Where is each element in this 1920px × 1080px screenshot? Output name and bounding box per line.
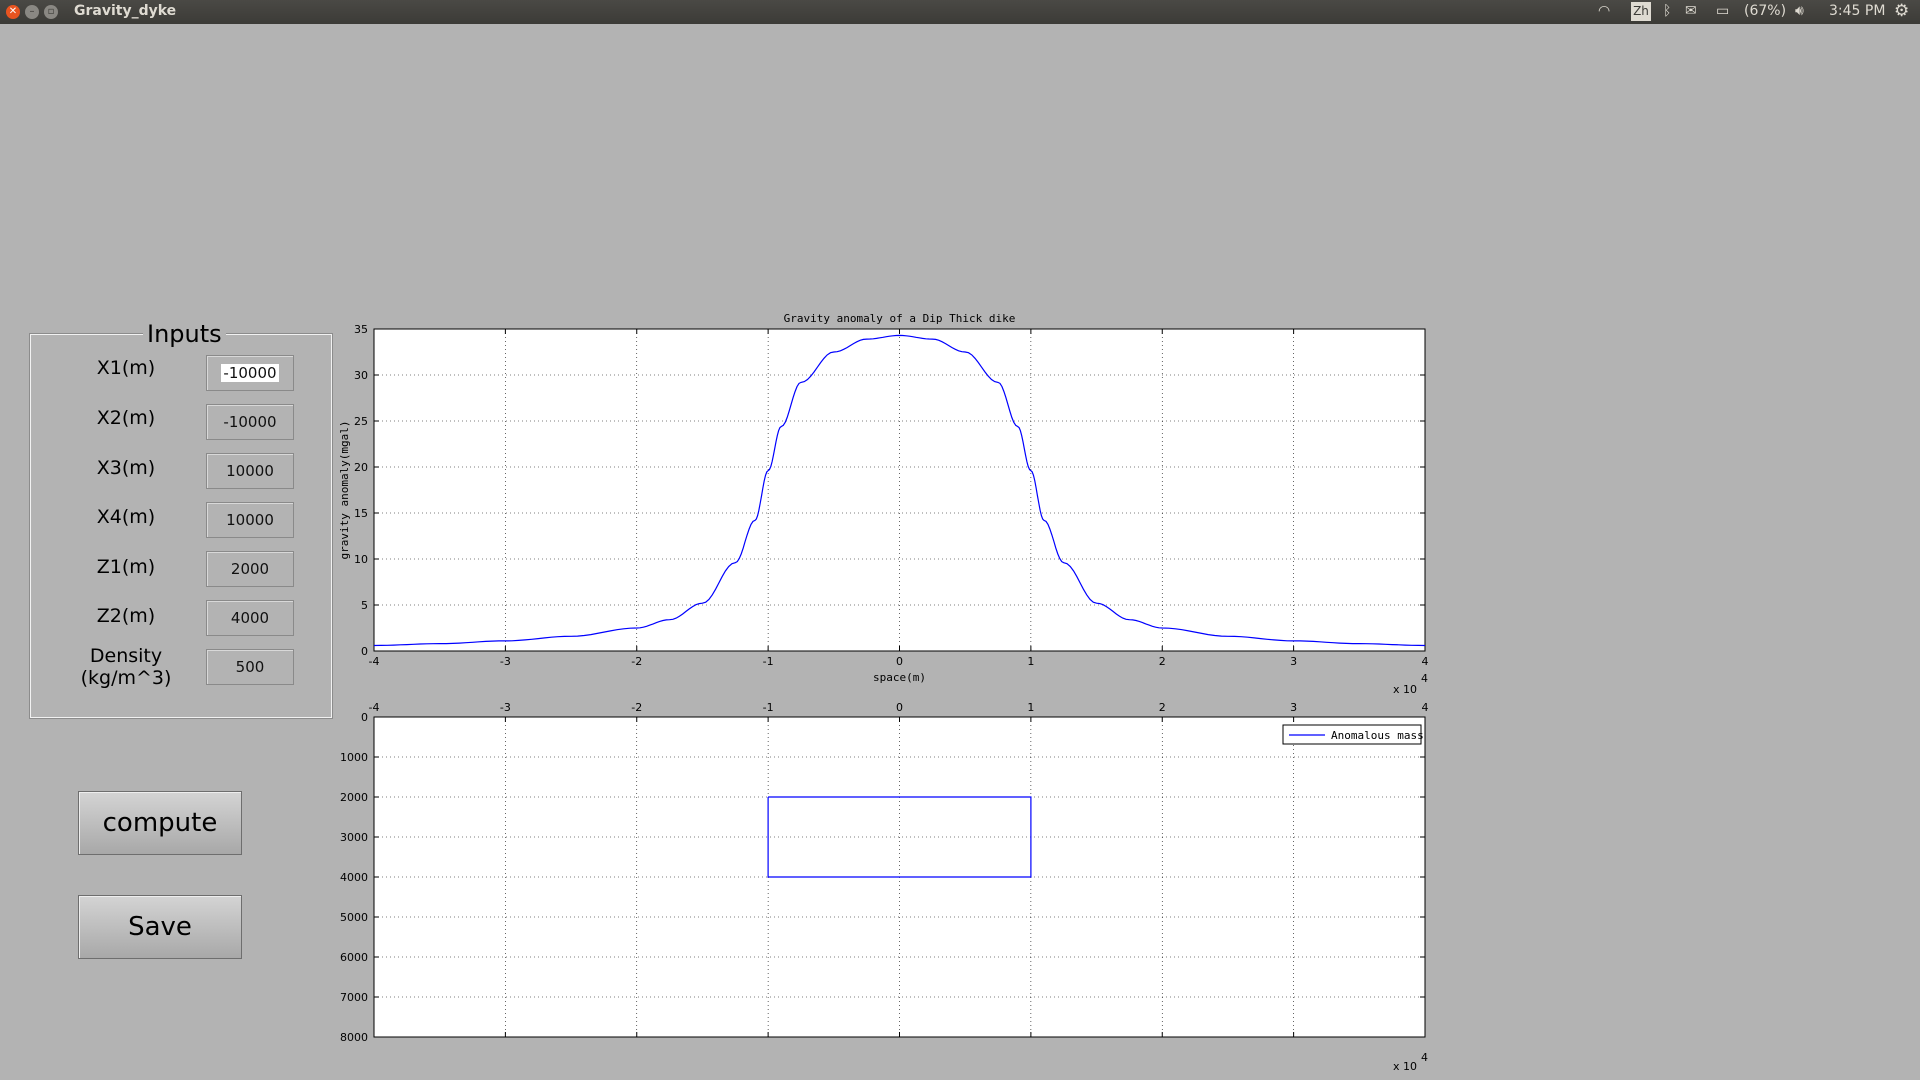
y-tick-label: 5000: [340, 911, 368, 924]
x-tick-label: -3: [500, 701, 511, 714]
x-tick-label: 1: [1027, 655, 1034, 668]
charts-area: -4 -3 -2 -1 0 1 2 3 405101520253035x 104Gravity …: [338, 312, 1429, 1073]
x-tick-label: -4: [369, 701, 380, 714]
x-tick-label: 3: [1290, 701, 1297, 714]
y-tick-label: 4000: [340, 871, 368, 884]
y-tick-label: 15: [354, 507, 368, 520]
y-tick-label: 0: [361, 645, 368, 658]
x-tick-label: 1: [1027, 701, 1034, 714]
y-tick-label: 35: [354, 323, 368, 336]
x-tick-label: -2: [631, 655, 642, 668]
y-tick-label: 10: [354, 553, 368, 566]
y-axis-label: gravity anomaly(mgal): [338, 420, 351, 559]
y-tick-label: 1000: [340, 751, 368, 764]
x-tick-label: -1: [763, 701, 774, 714]
y-tick-label: 20: [354, 461, 368, 474]
y-tick-label: 30: [354, 369, 368, 382]
y-tick-label: 7000: [340, 991, 368, 1004]
legend-label: Anomalous mass: [1331, 729, 1424, 742]
x-tick-label: -3: [500, 655, 511, 668]
x-tick-label: 4: [1422, 655, 1429, 668]
x-axis-multiplier-exponent: 4: [1421, 1051, 1428, 1064]
x-tick-label: 2: [1159, 701, 1166, 714]
y-tick-label: 3000: [340, 831, 368, 844]
x-tick-label: 3: [1290, 655, 1297, 668]
y-tick-label: 0: [361, 711, 368, 724]
x-axis-multiplier-exponent: 4: [1421, 672, 1428, 685]
y-tick-label: 5: [361, 599, 368, 612]
x-axis-multiplier: x 10: [1393, 1060, 1417, 1073]
x-tick-label: -4: [369, 655, 380, 668]
chart-title: Gravity anomaly of a Dip Thick dike: [784, 312, 1016, 325]
y-tick-label: 6000: [340, 951, 368, 964]
y-tick-label: 2000: [340, 791, 368, 804]
y-tick-label: 25: [354, 415, 368, 428]
y-tick-label: 8000: [340, 1031, 368, 1044]
x-tick-label: 0: [896, 701, 903, 714]
x-axis-label: space(m): [873, 671, 926, 684]
x-tick-label: -1: [763, 655, 774, 668]
x-axis-multiplier: x 10: [1393, 683, 1417, 696]
x-tick-label: 2: [1159, 655, 1166, 668]
x-tick-label: -2: [631, 701, 642, 714]
x-tick-label: 0: [896, 655, 903, 668]
x-tick-label: 4: [1422, 701, 1429, 714]
